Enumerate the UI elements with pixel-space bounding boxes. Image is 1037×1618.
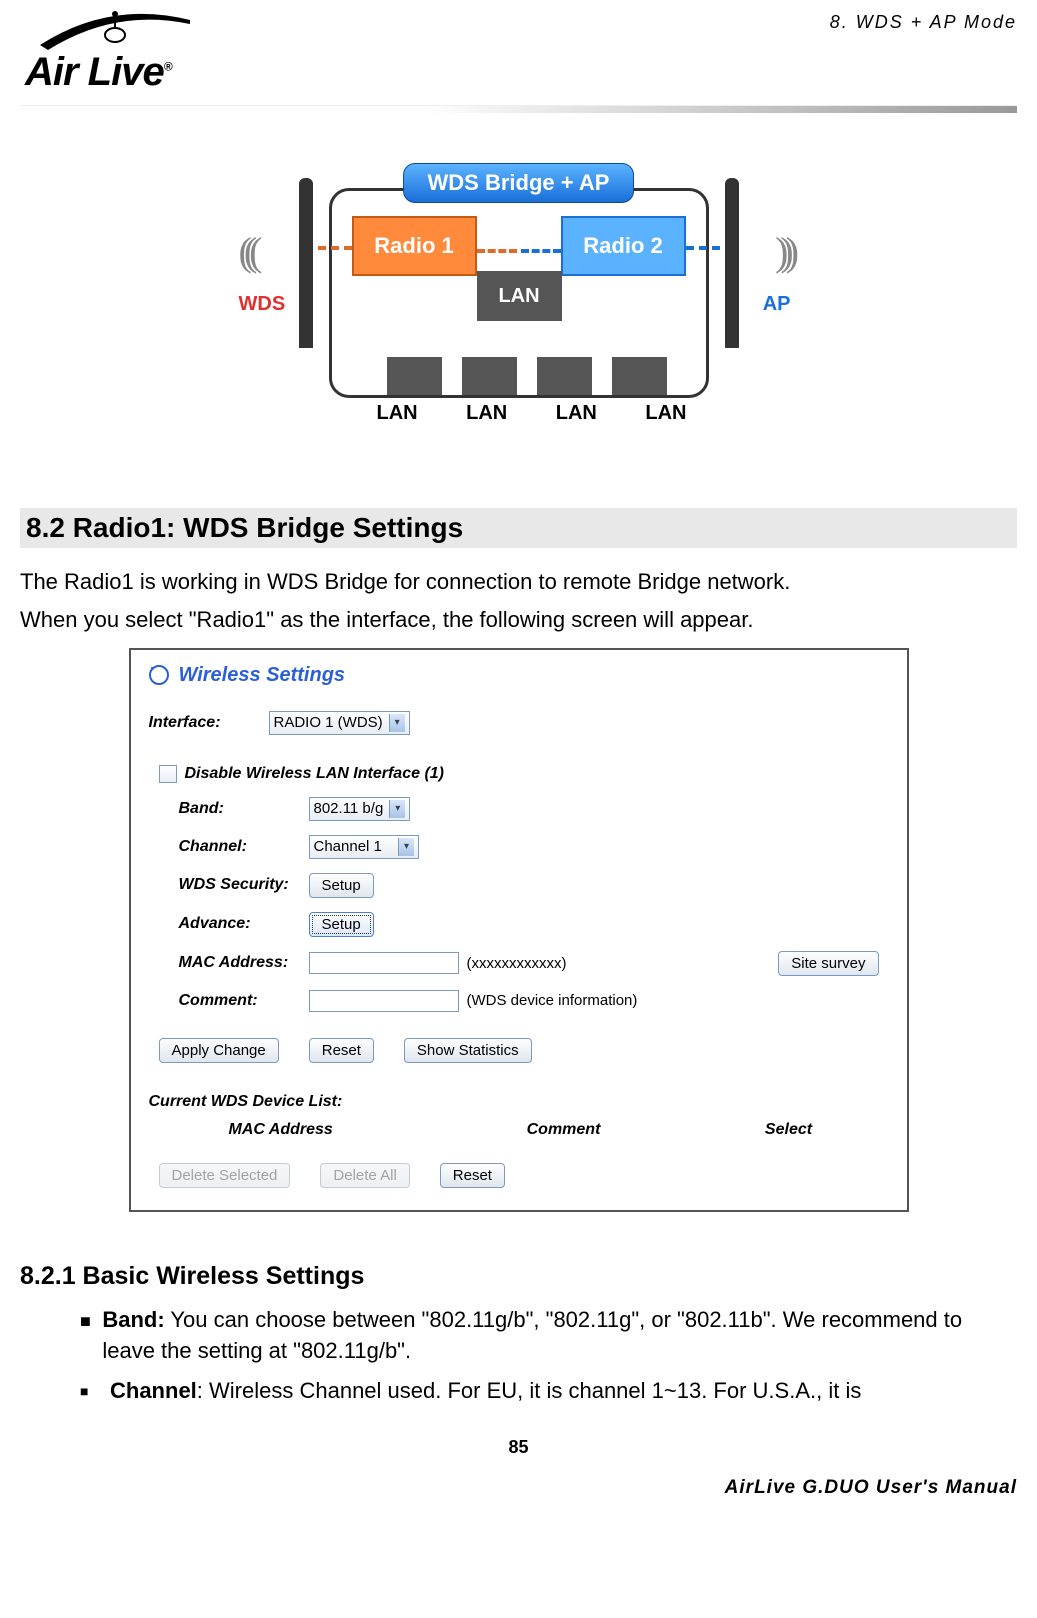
interface-value: RADIO 1 (WDS) — [274, 714, 383, 731]
chevron-down-icon: ▾ — [389, 800, 405, 818]
channel-select[interactable]: Channel 1 ▾ — [309, 835, 420, 859]
wireless-settings-panel: Wireless Settings Interface: RADIO 1 (WD… — [129, 648, 909, 1212]
page-number: 85 — [0, 1437, 1037, 1458]
band-select[interactable]: 802.11 b/g ▾ — [309, 797, 411, 821]
wds-side-label: WDS — [239, 293, 286, 316]
show-statistics-button[interactable]: Show Statistics — [404, 1038, 532, 1063]
comment-label: Comment: — [149, 992, 309, 1010]
header-divider — [20, 105, 1017, 113]
col-comment: Comment — [439, 1121, 689, 1139]
mac-address-input[interactable] — [309, 952, 459, 974]
lan-port-label: LAN — [466, 402, 507, 425]
band-value: 802.11 b/g — [314, 800, 384, 817]
interface-select[interactable]: RADIO 1 (WDS) ▾ — [269, 711, 410, 735]
antenna-left-icon — [299, 178, 313, 348]
wds-security-label: WDS Security: — [149, 876, 309, 894]
radio1-block: Radio 1 — [352, 216, 477, 276]
disable-wlan-label: Disable Wireless LAN Interface (1) — [185, 765, 445, 783]
list-item: ■ Band: You can choose between "802.11g/… — [80, 1305, 977, 1367]
bullet-list: ■ Band: You can choose between "802.11g/… — [80, 1305, 977, 1407]
advance-label: Advance: — [149, 915, 309, 933]
mac-address-hint: (xxxxxxxxxxxx) — [459, 955, 567, 972]
lan-port-label: LAN — [645, 402, 686, 425]
radio2-block: Radio 2 — [561, 216, 686, 276]
delete-selected-button[interactable]: Delete Selected — [159, 1163, 291, 1188]
antenna-right-icon — [725, 178, 739, 348]
diagram-badge: WDS Bridge + AP — [403, 163, 635, 203]
disable-wlan-checkbox[interactable] — [159, 765, 177, 783]
comment-hint: (WDS device information) — [459, 992, 638, 1009]
reset-list-button[interactable]: Reset — [440, 1163, 505, 1188]
section-paragraph: The Radio1 is working in WDS Bridge for … — [20, 566, 1017, 598]
signal-waves-left-icon: ((( — [239, 228, 255, 275]
lan-center-block: LAN — [477, 271, 562, 321]
signal-waves-right-icon: ((( — [783, 228, 799, 275]
col-select: Select — [689, 1121, 889, 1139]
lan-port-label: LAN — [556, 402, 597, 425]
lan-port-icon — [387, 357, 442, 395]
mac-address-label: MAC Address: — [149, 954, 309, 972]
lan-port-label: LAN — [377, 402, 418, 425]
manual-title: AirLive G.DUO User's Manual — [725, 1477, 1017, 1499]
advance-setup-button[interactable]: Setup — [309, 912, 374, 937]
wds-list-header: Current WDS Device List: — [149, 1093, 889, 1111]
section-paragraph: When you select "Radio1" as the interfac… — [20, 604, 1017, 636]
lan-port-icon — [462, 357, 517, 395]
col-mac-address: MAC Address — [149, 1121, 439, 1139]
site-survey-button[interactable]: Site survey — [778, 951, 878, 976]
reset-button[interactable]: Reset — [309, 1038, 374, 1063]
interface-label: Interface: — [149, 714, 269, 732]
channel-label: Channel: — [149, 838, 309, 856]
list-item: ■ Channel: Wireless Channel used. For EU… — [80, 1376, 977, 1407]
bullet-marker-icon: ■ — [80, 1305, 102, 1367]
registered-mark: ® — [164, 60, 172, 74]
bullet-text: Band: You can choose between "802.11g/b"… — [102, 1305, 977, 1367]
lan-port-icon — [612, 357, 667, 395]
chevron-down-icon: ▾ — [398, 838, 414, 856]
chapter-title: 8. WDS + AP Mode — [830, 10, 1017, 33]
brand-logo: Air Live® — [20, 10, 300, 105]
section-heading: 8.2 Radio1: WDS Bridge Settings — [20, 508, 1017, 548]
bullet-text: Channel: Wireless Channel used. For EU, … — [110, 1376, 861, 1407]
apply-change-button[interactable]: Apply Change — [159, 1038, 279, 1063]
mode-diagram: WDS Bridge + AP ((( ((( WDS AP Radio 1 R… — [239, 163, 799, 453]
wireless-icon — [149, 665, 169, 685]
chevron-down-icon: ▾ — [389, 714, 405, 732]
device-box: Radio 1 Radio 2 LAN LAN LAN LAN LAN — [329, 188, 709, 398]
logo-text: Air Live — [25, 50, 164, 94]
channel-value: Channel 1 — [314, 838, 382, 855]
lan-port-icon — [537, 357, 592, 395]
bullet-marker-icon: ■ — [80, 1376, 110, 1407]
wds-security-setup-button[interactable]: Setup — [309, 873, 374, 898]
subsection-heading: 8.2.1 Basic Wireless Settings — [20, 1262, 1017, 1291]
comment-input[interactable] — [309, 990, 459, 1012]
delete-all-button[interactable]: Delete All — [320, 1163, 409, 1188]
ap-side-label: AP — [763, 293, 791, 316]
band-label: Band: — [149, 800, 309, 818]
panel-title: Wireless Settings — [179, 664, 346, 687]
